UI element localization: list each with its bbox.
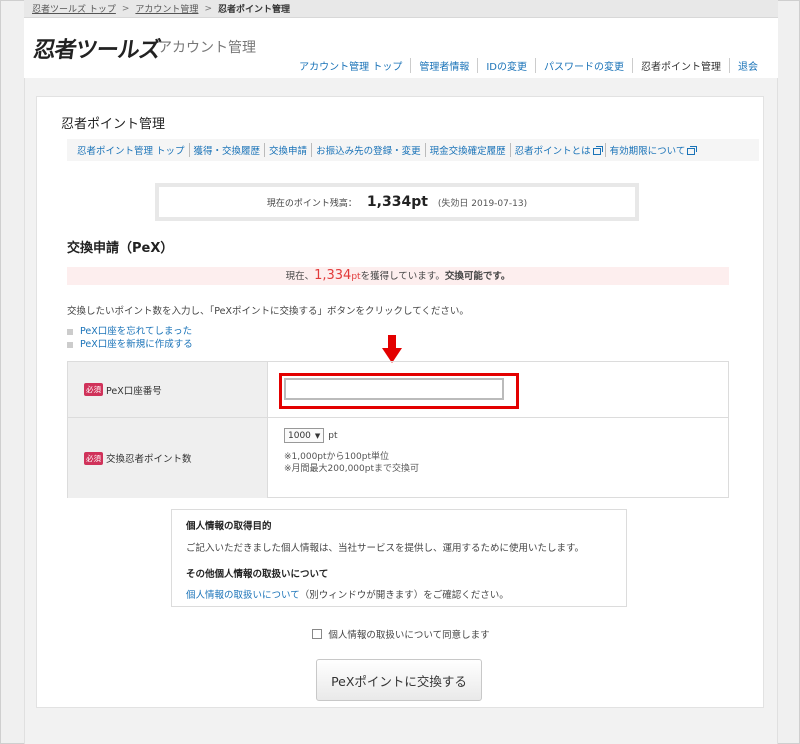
points-notice: 現在、1,334ptを獲得しています。交換可能です。 bbox=[67, 267, 729, 285]
topnav-change-id[interactable]: IDの変更 bbox=[477, 58, 535, 73]
main-card: 忍者ポイント管理 忍者ポイント管理 トップ 獲得・交換履歴 交換申請 お振込み先… bbox=[36, 96, 764, 708]
breadcrumb-separator: > bbox=[204, 3, 212, 14]
privacy-text-purpose: ご記入いただきました個人情報は、当社サービスを提供し、運用するために使用いたしま… bbox=[186, 543, 585, 554]
required-badge: 必須 bbox=[84, 383, 103, 396]
exchange-submit-button[interactable]: PeXポイントに交換する bbox=[316, 659, 482, 701]
instruction-text: 交換したいポイント数を入力し、「PeXポイントに交換する」ボタンをクリックしてく… bbox=[67, 306, 469, 317]
bullet-square-icon bbox=[67, 328, 73, 335]
agree-label[interactable]: 個人情報の取扱いについて同意します bbox=[328, 630, 489, 641]
privacy-policy-link[interactable]: 個人情報の取扱いについて bbox=[186, 590, 300, 601]
points-select-row: 1000 ▼ pt bbox=[284, 428, 712, 443]
subnav-bank-registration[interactable]: お振込み先の登録・変更 bbox=[311, 143, 425, 157]
external-link-icon bbox=[592, 146, 603, 155]
subnav-expiry-label: 有効期限について bbox=[609, 146, 686, 157]
header-subtitle: アカウント管理 bbox=[158, 40, 256, 56]
points-cell: 1000 ▼ pt ※1,000ptから100pt単位 ※月間最大200,000pt… bbox=[268, 418, 728, 498]
breadcrumb-separator: > bbox=[121, 3, 130, 14]
points-unit: pt bbox=[328, 430, 338, 441]
input-highlight-box bbox=[279, 373, 519, 409]
bullet-square-icon bbox=[67, 341, 73, 348]
subnav-points-top[interactable]: 忍者ポイント管理 トップ bbox=[77, 143, 189, 157]
required-badge: 必須 bbox=[84, 451, 103, 465]
topnav-account-top[interactable]: アカウント管理 トップ bbox=[291, 58, 410, 73]
points-label-text: 交換忍者ポイント数 bbox=[106, 454, 192, 465]
topnav-admin-info[interactable]: 管理者情報 bbox=[410, 58, 477, 73]
create-pex-account-link[interactable]: PeX口座を新規に作成する bbox=[80, 338, 193, 351]
agree-row: 個人情報の取扱いについて同意します bbox=[37, 627, 765, 641]
site-header: 忍者ツールズ アカウント管理 アカウント管理 トップ 管理者情報 IDの変更 パ… bbox=[24, 18, 778, 78]
points-balance-box: 現在のポイント残高： 1,334pt (失効日 2019-07-13) bbox=[155, 183, 639, 221]
breadcrumb-link-account[interactable]: アカウント管理 bbox=[135, 2, 198, 15]
topnav-change-password[interactable]: パスワードの変更 bbox=[535, 58, 632, 73]
notice-points: 1,334 bbox=[314, 268, 352, 283]
balance-amount: 1,334pt bbox=[366, 194, 428, 210]
notice-status: 交換可能です。 bbox=[444, 271, 511, 282]
points-select[interactable]: 1000 ▼ bbox=[284, 428, 325, 443]
privacy-link-note: （別ウィンドウが開きます）をご確認ください。 bbox=[299, 590, 509, 601]
top-navigation: アカウント管理 トップ 管理者情報 IDの変更 パスワードの変更 忍者ポイント管… bbox=[291, 58, 766, 73]
balance-label: 現在のポイント残高： bbox=[266, 198, 357, 209]
pex-account-label: 必須 PeX口座番号 bbox=[68, 362, 268, 417]
points-hint-min: ※1,000ptから100pt単位 bbox=[284, 452, 389, 462]
points-hint: ※1,000ptから100pt単位 ※月間最大200,000ptまで交換可 bbox=[284, 451, 712, 475]
notice-middle: を獲得しています。 bbox=[360, 271, 445, 282]
link-row: PeX口座を新規に作成する bbox=[67, 338, 193, 351]
privacy-text-other: 個人情報の取扱いについて（別ウィンドウが開きます）をご確認ください。 bbox=[186, 587, 612, 601]
forgot-pex-account-link[interactable]: PeX口座を忘れてしまった bbox=[80, 325, 192, 338]
breadcrumb: 忍者ツールズ トップ > アカウント管理 > 忍者ポイント管理 bbox=[24, 0, 778, 18]
sub-navigation: 忍者ポイント管理 トップ 獲得・交換履歴 交換申請 お振込み先の登録・変更 現金… bbox=[67, 139, 759, 161]
pex-account-label-text: PeX口座番号 bbox=[106, 385, 162, 397]
points-hint-max: ※月間最大200,000ptまで交換可 bbox=[284, 464, 420, 474]
notice-unit: pt bbox=[351, 272, 361, 282]
notice-prefix: 現在、 bbox=[285, 271, 315, 282]
agree-checkbox[interactable] bbox=[312, 629, 323, 639]
arrow-down-icon bbox=[382, 335, 402, 363]
section-title: 交換申請（PeX） bbox=[67, 241, 174, 256]
dropdown-caret-icon: ▼ bbox=[314, 431, 321, 440]
breadcrumb-link-top[interactable]: 忍者ツールズ トップ bbox=[32, 2, 116, 15]
form-row-points: 必須 交換忍者ポイント数 1000 ▼ pt ※1,000ptから100pt単位 ※… bbox=[68, 418, 728, 498]
privacy-box: 個人情報の取得目的 ご記入いただきました個人情報は、当社サービスを提供し、運用す… bbox=[171, 509, 627, 607]
breadcrumb-current: 忍者ポイント管理 bbox=[217, 5, 290, 15]
subnav-history[interactable]: 獲得・交換履歴 bbox=[188, 143, 265, 157]
external-link-icon bbox=[687, 146, 698, 155]
points-select-value: 1000 bbox=[288, 430, 311, 441]
subnav-expiry[interactable]: 有効期限について bbox=[604, 143, 700, 157]
subnav-about-points[interactable]: 忍者ポイントとは bbox=[509, 143, 605, 157]
points-label: 必須 交換忍者ポイント数 bbox=[68, 418, 268, 498]
topnav-withdraw[interactable]: 退会 bbox=[729, 58, 766, 73]
card-title: 忍者ポイント管理 bbox=[61, 117, 166, 132]
link-row: PeX口座を忘れてしまった bbox=[67, 325, 193, 338]
subnav-about-points-label: 忍者ポイントとは bbox=[514, 146, 591, 157]
topnav-ninja-points[interactable]: 忍者ポイント管理 bbox=[632, 58, 729, 73]
site-logo[interactable]: 忍者ツールズ bbox=[32, 32, 163, 64]
subnav-cash-history[interactable]: 現金交換確定履歴 bbox=[424, 143, 510, 157]
balance-expiry: (失効日 2019-07-13) bbox=[437, 198, 528, 209]
subnav-exchange-request[interactable]: 交換申請 bbox=[264, 143, 311, 157]
privacy-heading-other: その他個人情報の取扱いについて bbox=[186, 569, 329, 580]
privacy-heading-purpose: 個人情報の取得目的 bbox=[186, 521, 272, 532]
pex-help-links: PeX口座を忘れてしまった PeX口座を新規に作成する bbox=[67, 325, 193, 351]
